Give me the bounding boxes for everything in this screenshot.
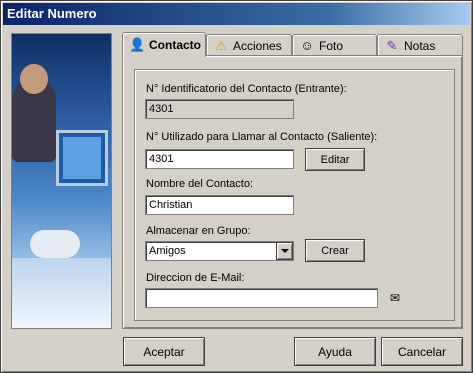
incoming-id-field: 4301 (145, 99, 294, 119)
tab-notas-label: Notas (404, 39, 436, 53)
group-select-value: Amigos (149, 245, 186, 257)
edit-button[interactable]: Editar (305, 148, 365, 171)
person-icon: 👤 (129, 36, 146, 52)
accept-button[interactable]: Aceptar (123, 337, 205, 366)
chevron-down-icon (280, 249, 289, 253)
photo-desk (12, 258, 111, 328)
email-field[interactable] (145, 288, 378, 308)
tab-notas[interactable]: ✎ Notas (377, 34, 463, 57)
face-icon: ☺ (300, 38, 314, 53)
pencil-icon: ✎ (386, 38, 398, 53)
tab-contacto-label: Contacto (149, 37, 201, 52)
tab-acciones[interactable]: ⚠ Acciones (206, 34, 292, 57)
contact-photo (11, 33, 112, 329)
outgoing-number-label: N° Utilizado para Llamar al Contacto (Sa… (146, 131, 378, 143)
help-button[interactable]: Ayuda (294, 337, 376, 366)
create-group-button[interactable]: Crear (305, 239, 365, 262)
window-title: Editar Numero (3, 3, 470, 25)
tab-foto-label: Foto (319, 39, 344, 53)
edit-number-window: Editar Numero 👤 Contacto ⚠ Acciones ☺ Fo… (0, 0, 473, 373)
email-icon[interactable]: ✉ (387, 292, 403, 304)
cancel-button[interactable]: Cancelar (381, 337, 463, 366)
photo-monitor (56, 130, 108, 186)
contact-name-field[interactable]: Christian (145, 195, 294, 215)
photo-head (20, 64, 48, 94)
tab-contacto[interactable]: 👤 Contacto (122, 32, 206, 57)
email-label: Direccion de E-Mail: (146, 272, 245, 284)
contact-name-label: Nombre del Contacto: (146, 178, 253, 190)
group-select[interactable]: Amigos (145, 241, 294, 261)
photo-hand (30, 230, 80, 258)
tab-acciones-label: Acciones (233, 39, 282, 53)
warning-icon: ⚠ (215, 38, 227, 53)
tab-foto[interactable]: ☺ Foto (292, 34, 377, 57)
outgoing-number-field[interactable]: 4301 (145, 149, 294, 169)
incoming-id-label: N° Identificatorio del Contacto (Entrant… (146, 83, 347, 95)
group-label: Almacenar en Grupo: (146, 225, 251, 237)
group-dropdown-button[interactable] (276, 242, 293, 260)
